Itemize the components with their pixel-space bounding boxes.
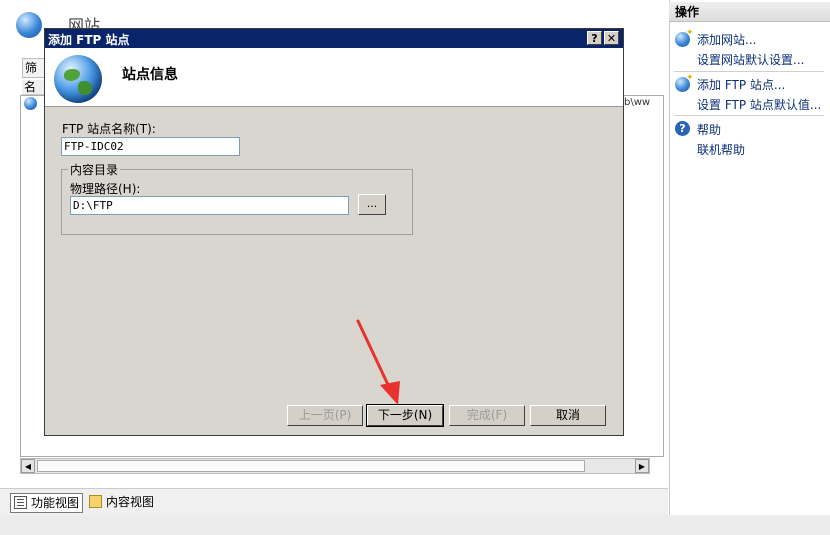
scroll-thumb[interactable]: [37, 460, 585, 472]
star-icon: ✦: [686, 28, 694, 38]
column-header-name[interactable]: 名称: [22, 80, 46, 95]
close-icon[interactable]: ✕: [604, 31, 619, 45]
websites-globe-icon: [16, 12, 42, 38]
site-row-path[interactable]: b\ww: [624, 97, 650, 108]
dialog-heading: 站点信息: [122, 67, 178, 83]
help-icon: ?: [675, 121, 690, 136]
content-view-icon: [89, 495, 102, 508]
tab-content-view-label: 内容视图: [106, 495, 155, 509]
action-ftp-defaults[interactable]: 设置 FTP 站点默认值...: [697, 96, 821, 113]
tab-feature-view[interactable]: 功能视图: [10, 493, 84, 513]
view-switcher-bar: 功能视图 内容视图: [0, 488, 668, 516]
scroll-right-icon[interactable]: ▶: [635, 459, 649, 473]
site-name-label: FTP 站点名称(T):: [62, 122, 156, 136]
action-online-help[interactable]: 联机帮助: [697, 141, 745, 158]
action-help[interactable]: 帮助: [697, 121, 721, 138]
tab-feature-view-label: 功能视图: [31, 496, 80, 510]
physical-path-input[interactable]: D:\FTP: [70, 196, 349, 215]
scroll-left-icon[interactable]: ◀: [21, 459, 35, 473]
actions-divider: [674, 71, 824, 72]
actions-divider: [674, 115, 824, 116]
browse-button[interactable]: ...: [358, 194, 386, 215]
help-question-icon[interactable]: ?: [587, 31, 602, 45]
action-website-defaults[interactable]: 设置网站默认设置...: [697, 51, 804, 68]
star-icon: ✦: [686, 73, 694, 83]
annotation-arrow: [356, 319, 400, 405]
finish-button[interactable]: 完成(F): [449, 405, 525, 426]
site-name-input[interactable]: FTP-IDC02: [61, 137, 240, 156]
cancel-button[interactable]: 取消: [530, 405, 606, 426]
action-add-website[interactable]: 添加网站...: [697, 31, 756, 48]
globe-icon: [54, 55, 102, 103]
feature-view-icon: [14, 496, 27, 509]
actions-header: 操作: [669, 2, 830, 22]
content-directory-label: 内容目录: [68, 161, 121, 178]
site-row-globe-icon: [24, 97, 37, 110]
tab-content-view[interactable]: 内容视图: [86, 493, 157, 511]
horizontal-scrollbar[interactable]: ◀ ▶: [20, 458, 650, 474]
physical-path-label: 物理路径(H):: [70, 182, 141, 196]
action-add-ftp-site[interactable]: 添加 FTP 站点...: [697, 76, 785, 93]
status-bar: [0, 515, 830, 535]
dialog-title: 添加 FTP 站点: [48, 33, 130, 47]
dialog-title-bar[interactable]: [45, 29, 623, 48]
